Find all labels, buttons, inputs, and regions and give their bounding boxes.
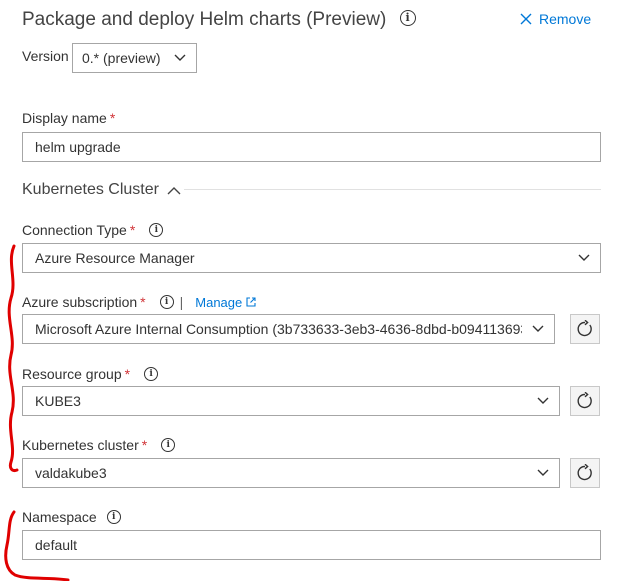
namespace-label: Namespace i [22, 509, 121, 525]
info-icon[interactable]: i [144, 367, 159, 381]
refresh-icon [577, 392, 592, 409]
info-icon[interactable]: i [149, 223, 164, 237]
required-marker: * [129, 222, 136, 238]
page-title: Package and deploy Helm charts (Preview)… [22, 9, 416, 31]
kubernetes-cluster-section-toggle[interactable]: Kubernetes Cluster [22, 181, 181, 199]
azure-subscription-label: Azure subscription * i | Manage [22, 294, 256, 310]
info-icon[interactable]: i [399, 10, 416, 27]
page-title-text: Package and deploy Helm charts (Preview) [22, 9, 387, 30]
manage-link[interactable]: Manage [195, 295, 256, 310]
chevron-down-icon [527, 469, 559, 477]
namespace-value: default [35, 537, 78, 553]
kubernetes-cluster-value: valdakube3 [35, 465, 107, 481]
remove-button[interactable]: Remove [520, 11, 591, 27]
resource-group-value: KUBE3 [35, 393, 81, 409]
chevron-down-icon [568, 254, 600, 262]
chevron-down-icon [527, 397, 559, 405]
resource-group-select[interactable]: KUBE3 [22, 386, 560, 416]
label-separator: | [179, 294, 184, 310]
required-marker: * [141, 437, 148, 453]
display-name-value: helm upgrade [35, 139, 121, 155]
azure-subscription-select[interactable]: Microsoft Azure Internal Consumption (3b… [22, 314, 555, 344]
refresh-cluster-button[interactable] [570, 458, 600, 488]
info-icon[interactable]: i [161, 438, 176, 452]
display-name-input[interactable]: helm upgrade [22, 132, 601, 162]
version-label: Version [22, 48, 69, 64]
chevron-down-icon [522, 325, 554, 333]
info-icon[interactable]: i [159, 295, 174, 309]
refresh-subscription-button[interactable] [570, 314, 600, 344]
close-icon [520, 13, 532, 25]
red-annotation-brackets [4, 244, 70, 581]
required-marker: * [124, 366, 131, 382]
version-select[interactable]: 0.* (preview) [72, 43, 197, 73]
version-select-value: 0.* (preview) [82, 50, 161, 66]
required-marker: * [140, 294, 146, 310]
connection-type-label: Connection Type * i [22, 222, 164, 238]
remove-label: Remove [539, 11, 592, 27]
red-bracket-upper [7, 244, 19, 472]
connection-type-value: Azure Resource Manager [35, 250, 195, 266]
refresh-icon [577, 464, 592, 481]
refresh-resource-group-button[interactable] [570, 386, 600, 416]
manage-link-label: Manage [195, 294, 243, 310]
namespace-input[interactable]: default [22, 530, 601, 560]
connection-type-select[interactable]: Azure Resource Manager [22, 243, 601, 273]
refresh-icon [577, 320, 592, 337]
external-link-icon [246, 297, 256, 307]
section-divider [184, 189, 601, 190]
kubernetes-cluster-select[interactable]: valdakube3 [22, 458, 560, 488]
required-marker: * [109, 110, 116, 126]
azure-subscription-value: Microsoft Azure Internal Consumption (3b… [35, 321, 522, 337]
chevron-up-icon [167, 186, 181, 194]
info-icon[interactable]: i [106, 510, 121, 524]
kubernetes-cluster-label: Kubernetes cluster * i [22, 437, 176, 453]
display-name-label: Display name * [22, 110, 116, 126]
resource-group-label: Resource group * i [22, 366, 159, 382]
chevron-down-icon [164, 54, 196, 62]
section-title: Kubernetes Cluster [22, 181, 159, 198]
